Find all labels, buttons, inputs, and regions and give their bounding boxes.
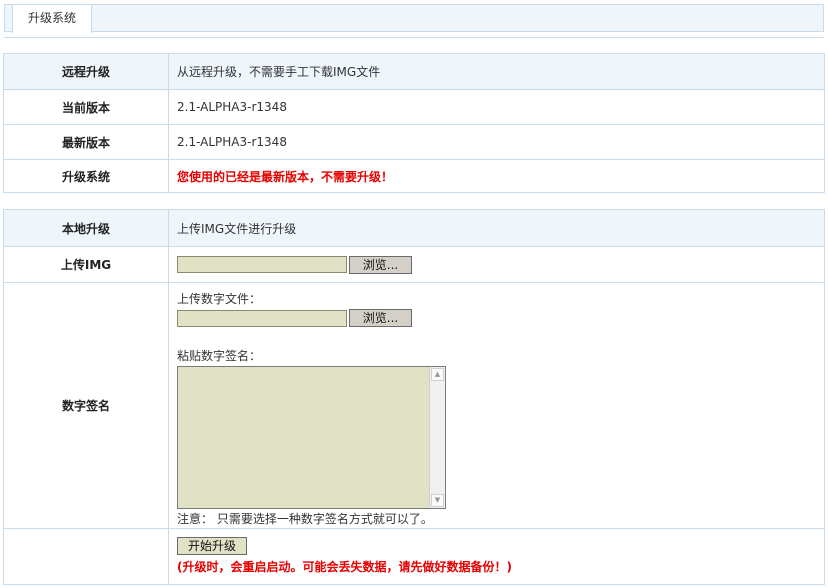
- scroll-up-icon[interactable]: ▲: [431, 368, 444, 381]
- current-version-value: 2.1-ALPHA3-r1348: [168, 89, 825, 125]
- divider: [4, 37, 824, 38]
- img-file-picker: 浏览...: [177, 255, 412, 274]
- signature-paste-label: 粘贴数字签名：: [177, 349, 262, 363]
- upgrade-system-label: 升级系统: [3, 159, 169, 193]
- empty-label-cell: [3, 528, 169, 585]
- tab-bar: 升级系统: [4, 4, 824, 33]
- tab-upgrade-system[interactable]: 升级系统: [12, 4, 92, 33]
- digital-signature-label: 数字签名: [3, 282, 169, 529]
- scroll-down-icon[interactable]: ▼: [431, 494, 444, 507]
- signature-textarea[interactable]: ▲ ▼: [177, 366, 446, 509]
- local-upgrade-table: 本地升级 上传IMG文件进行升级 上传IMG 浏览... 数字签名 上传数字文件…: [3, 209, 825, 585]
- start-upgrade-button[interactable]: 开始升级: [177, 537, 247, 555]
- current-version-label: 当前版本: [3, 89, 169, 125]
- upload-img-label: 上传IMG: [3, 246, 169, 283]
- signature-file-input[interactable]: [177, 309, 347, 327]
- latest-version-value: 2.1-ALPHA3-r1348: [168, 124, 825, 160]
- signature-file-picker: 浏览...: [177, 309, 412, 327]
- upgrade-warning: (升级时，会重启启动。可能会丢失数据，请先做好数据备份！): [177, 560, 512, 574]
- upgrade-status-message: 您使用的已经是最新版本，不需要升级！: [168, 159, 825, 193]
- latest-version-label: 最新版本: [3, 124, 169, 160]
- signature-browse-button[interactable]: 浏览...: [349, 309, 412, 327]
- local-upgrade-desc: 上传IMG文件进行升级: [168, 209, 825, 247]
- img-browse-button[interactable]: 浏览...: [349, 255, 412, 274]
- signature-file-label: 上传数字文件：: [177, 292, 262, 306]
- remote-upgrade-desc: 从远程升级，不需要手工下载IMG文件: [168, 53, 825, 90]
- img-file-input[interactable]: [177, 256, 347, 273]
- textarea-scrollbar[interactable]: ▲ ▼: [429, 367, 445, 508]
- remote-upgrade-label: 远程升级: [3, 53, 169, 90]
- remote-upgrade-table: 远程升级 从远程升级，不需要手工下载IMG文件 当前版本 2.1-ALPHA3-…: [3, 53, 825, 193]
- local-upgrade-label: 本地升级: [3, 209, 169, 247]
- signature-note: 注意： 只需要选择一种数字签名方式就可以了。: [177, 512, 433, 526]
